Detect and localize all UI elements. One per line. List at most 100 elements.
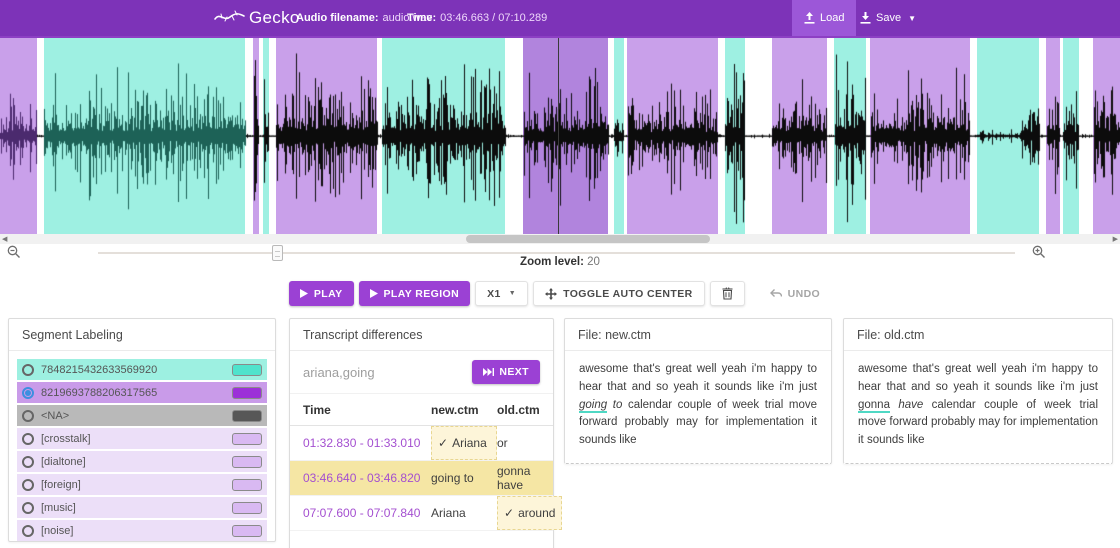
play-icon xyxy=(369,289,378,298)
play-button[interactable]: PLAY xyxy=(288,281,354,306)
play-region-button[interactable]: PLAY REGION xyxy=(358,281,471,306)
diff-word-cell[interactable]: gonna have xyxy=(497,461,553,495)
gecko-logo-icon xyxy=(213,9,247,27)
diff-search-row: NEXT xyxy=(290,351,553,394)
zoom-level-label: Zoom level: 20 xyxy=(520,256,600,268)
chevron-down-icon: ▼ xyxy=(508,290,517,297)
speaker-radio[interactable] xyxy=(22,501,34,514)
speaker-color-swatch[interactable] xyxy=(232,409,262,422)
app-title: Gecko xyxy=(249,8,300,27)
diff-time-link[interactable]: 01:32.830 - 01:33.010 xyxy=(303,436,431,450)
transcript-text: awesome that's great well yeah i'm happy… xyxy=(858,363,1098,393)
speaker-row[interactable]: [dialtone] xyxy=(17,451,267,472)
diff-word-cell[interactable]: Ariana xyxy=(431,503,497,523)
speaker-color-swatch[interactable] xyxy=(232,455,262,468)
speaker-radio-checked[interactable] xyxy=(22,386,34,399)
diff-search-input[interactable] xyxy=(303,364,473,380)
playback-time-value: 03:46.663 / 07:10.289 xyxy=(440,12,548,24)
upload-icon xyxy=(804,12,815,24)
diff-word-cell[interactable]: ✓ Ariana xyxy=(431,426,497,460)
waveform-canvas xyxy=(0,38,1120,234)
move-arrows-icon xyxy=(545,287,558,300)
speaker-color-swatch[interactable] xyxy=(232,501,262,514)
highlighted-word[interactable]: going xyxy=(579,398,608,413)
speaker-color-swatch[interactable] xyxy=(232,386,262,399)
speaker-label: [foreign] xyxy=(41,478,81,491)
diff-time-link[interactable]: 07:07.600 - 07:07.840 xyxy=(303,506,431,520)
diff-word-cell[interactable]: or xyxy=(497,433,553,453)
diff-word-cell[interactable]: going to xyxy=(431,468,497,488)
playback-speed-button[interactable]: X1 ▼ xyxy=(475,281,529,306)
scroll-left-arrow-icon[interactable]: ◀ xyxy=(2,235,7,243)
check-icon: ✓ xyxy=(504,506,515,520)
diff-row[interactable]: 03:46.640 - 03:46.820 going to gonna have xyxy=(290,461,553,496)
speaker-list: 7848215432633569920 8219693788206317565 <N… xyxy=(9,351,275,541)
next-diff-button[interactable]: NEXT xyxy=(472,360,540,384)
fast-forward-icon xyxy=(483,368,495,376)
diff-table-header: Time new.ctm old.ctm xyxy=(290,394,553,426)
speaker-row[interactable]: 8219693788206317565 xyxy=(17,382,267,403)
highlighted-word[interactable]: have xyxy=(898,399,923,411)
speaker-radio[interactable] xyxy=(22,409,34,422)
speaker-row[interactable]: <NA> xyxy=(17,405,267,426)
diff-time-link[interactable]: 03:46.640 - 03:46.820 xyxy=(303,471,431,485)
speaker-radio[interactable] xyxy=(22,524,34,537)
playback-time: Time: 03:46.663 / 07:10.289 xyxy=(407,12,548,24)
save-button[interactable]: Save ▼ xyxy=(848,0,928,36)
speaker-radio[interactable] xyxy=(22,478,34,491)
file-old-ctm-panel: File: old.ctm awesome that's great well … xyxy=(843,318,1113,465)
speaker-color-swatch[interactable] xyxy=(232,478,262,491)
speaker-color-swatch[interactable] xyxy=(232,524,262,537)
speaker-label: [music] xyxy=(41,501,76,514)
speaker-row[interactable]: [foreign] xyxy=(17,474,267,495)
speaker-row[interactable]: 7848215432633569920 xyxy=(17,359,267,380)
highlighted-word[interactable]: to xyxy=(613,399,623,411)
transcript-differences-panel: Transcript differences NEXT Time new.ctm o… xyxy=(289,318,563,548)
play-icon xyxy=(299,289,308,298)
top-bar: Gecko Audio filename: audio.wav Time: 03… xyxy=(0,0,1120,36)
speaker-radio[interactable] xyxy=(22,455,34,468)
speaker-label: [dialtone] xyxy=(41,455,86,468)
waveform-scrollbar[interactable]: ◀ ▶ xyxy=(0,234,1120,244)
speaker-label: 7848215432633569920 xyxy=(41,363,158,376)
zoom-controls: Zoom level: 20 xyxy=(0,244,1120,280)
scrollbar-thumb[interactable] xyxy=(466,235,710,243)
download-icon xyxy=(860,12,871,24)
undo-button[interactable]: UNDO xyxy=(759,281,832,306)
speaker-label: [crosstalk] xyxy=(41,432,91,445)
speaker-radio[interactable] xyxy=(22,363,34,376)
speaker-color-swatch[interactable] xyxy=(232,363,262,376)
scroll-right-arrow-icon[interactable]: ▶ xyxy=(1113,235,1118,243)
speaker-row[interactable]: [music] xyxy=(17,497,267,518)
toggle-auto-center-button[interactable]: TOGGLE AUTO CENTER xyxy=(533,281,705,306)
waveform-area[interactable] xyxy=(0,36,1120,234)
transcript-text: awesome that's great well yeah i'm happy… xyxy=(579,363,817,393)
speaker-row[interactable]: [noise] xyxy=(17,520,267,541)
speaker-label: <NA> xyxy=(41,409,70,422)
diff-column-header: new.ctm xyxy=(431,402,479,417)
file-new-ctm-title: File: new.ctm xyxy=(565,319,831,351)
transcript-differences-title: Transcript differences xyxy=(290,319,553,351)
speaker-color-swatch[interactable] xyxy=(232,432,262,445)
diff-row[interactable]: 07:07.600 - 07:07.840 Ariana ✓ around xyxy=(290,496,563,531)
file-old-ctm-text[interactable]: awesome that's great well yeah i'm happy… xyxy=(844,351,1112,463)
chevron-down-icon: ▼ xyxy=(908,13,916,23)
file-new-ctm-text[interactable]: awesome that's great well yeah i'm happy… xyxy=(565,351,831,463)
load-button[interactable]: Load xyxy=(792,0,857,36)
playhead-cursor xyxy=(557,38,559,234)
zoom-slider-track[interactable] xyxy=(98,252,1015,254)
undo-arrow-icon xyxy=(769,288,782,299)
highlighted-word[interactable]: gonna xyxy=(858,398,890,413)
app-logo: Gecko xyxy=(213,0,300,36)
delete-segment-button[interactable] xyxy=(709,281,745,306)
diff-word-cell[interactable]: ✓ around xyxy=(497,496,563,530)
speaker-row[interactable]: [crosstalk] xyxy=(17,428,267,449)
file-old-ctm-title: File: old.ctm xyxy=(844,319,1112,351)
zoom-level-value: 20 xyxy=(587,256,600,268)
speaker-radio[interactable] xyxy=(22,432,34,445)
trash-icon xyxy=(722,287,733,300)
diff-column-header: old.ctm xyxy=(497,402,540,417)
playback-toolbar: PLAY PLAY REGION X1 ▼ TOGGLE AUTO CENTER xyxy=(0,281,1120,306)
check-icon: ✓ xyxy=(438,436,449,450)
diff-row[interactable]: 01:32.830 - 01:33.010 ✓ Ariana or xyxy=(290,426,553,461)
